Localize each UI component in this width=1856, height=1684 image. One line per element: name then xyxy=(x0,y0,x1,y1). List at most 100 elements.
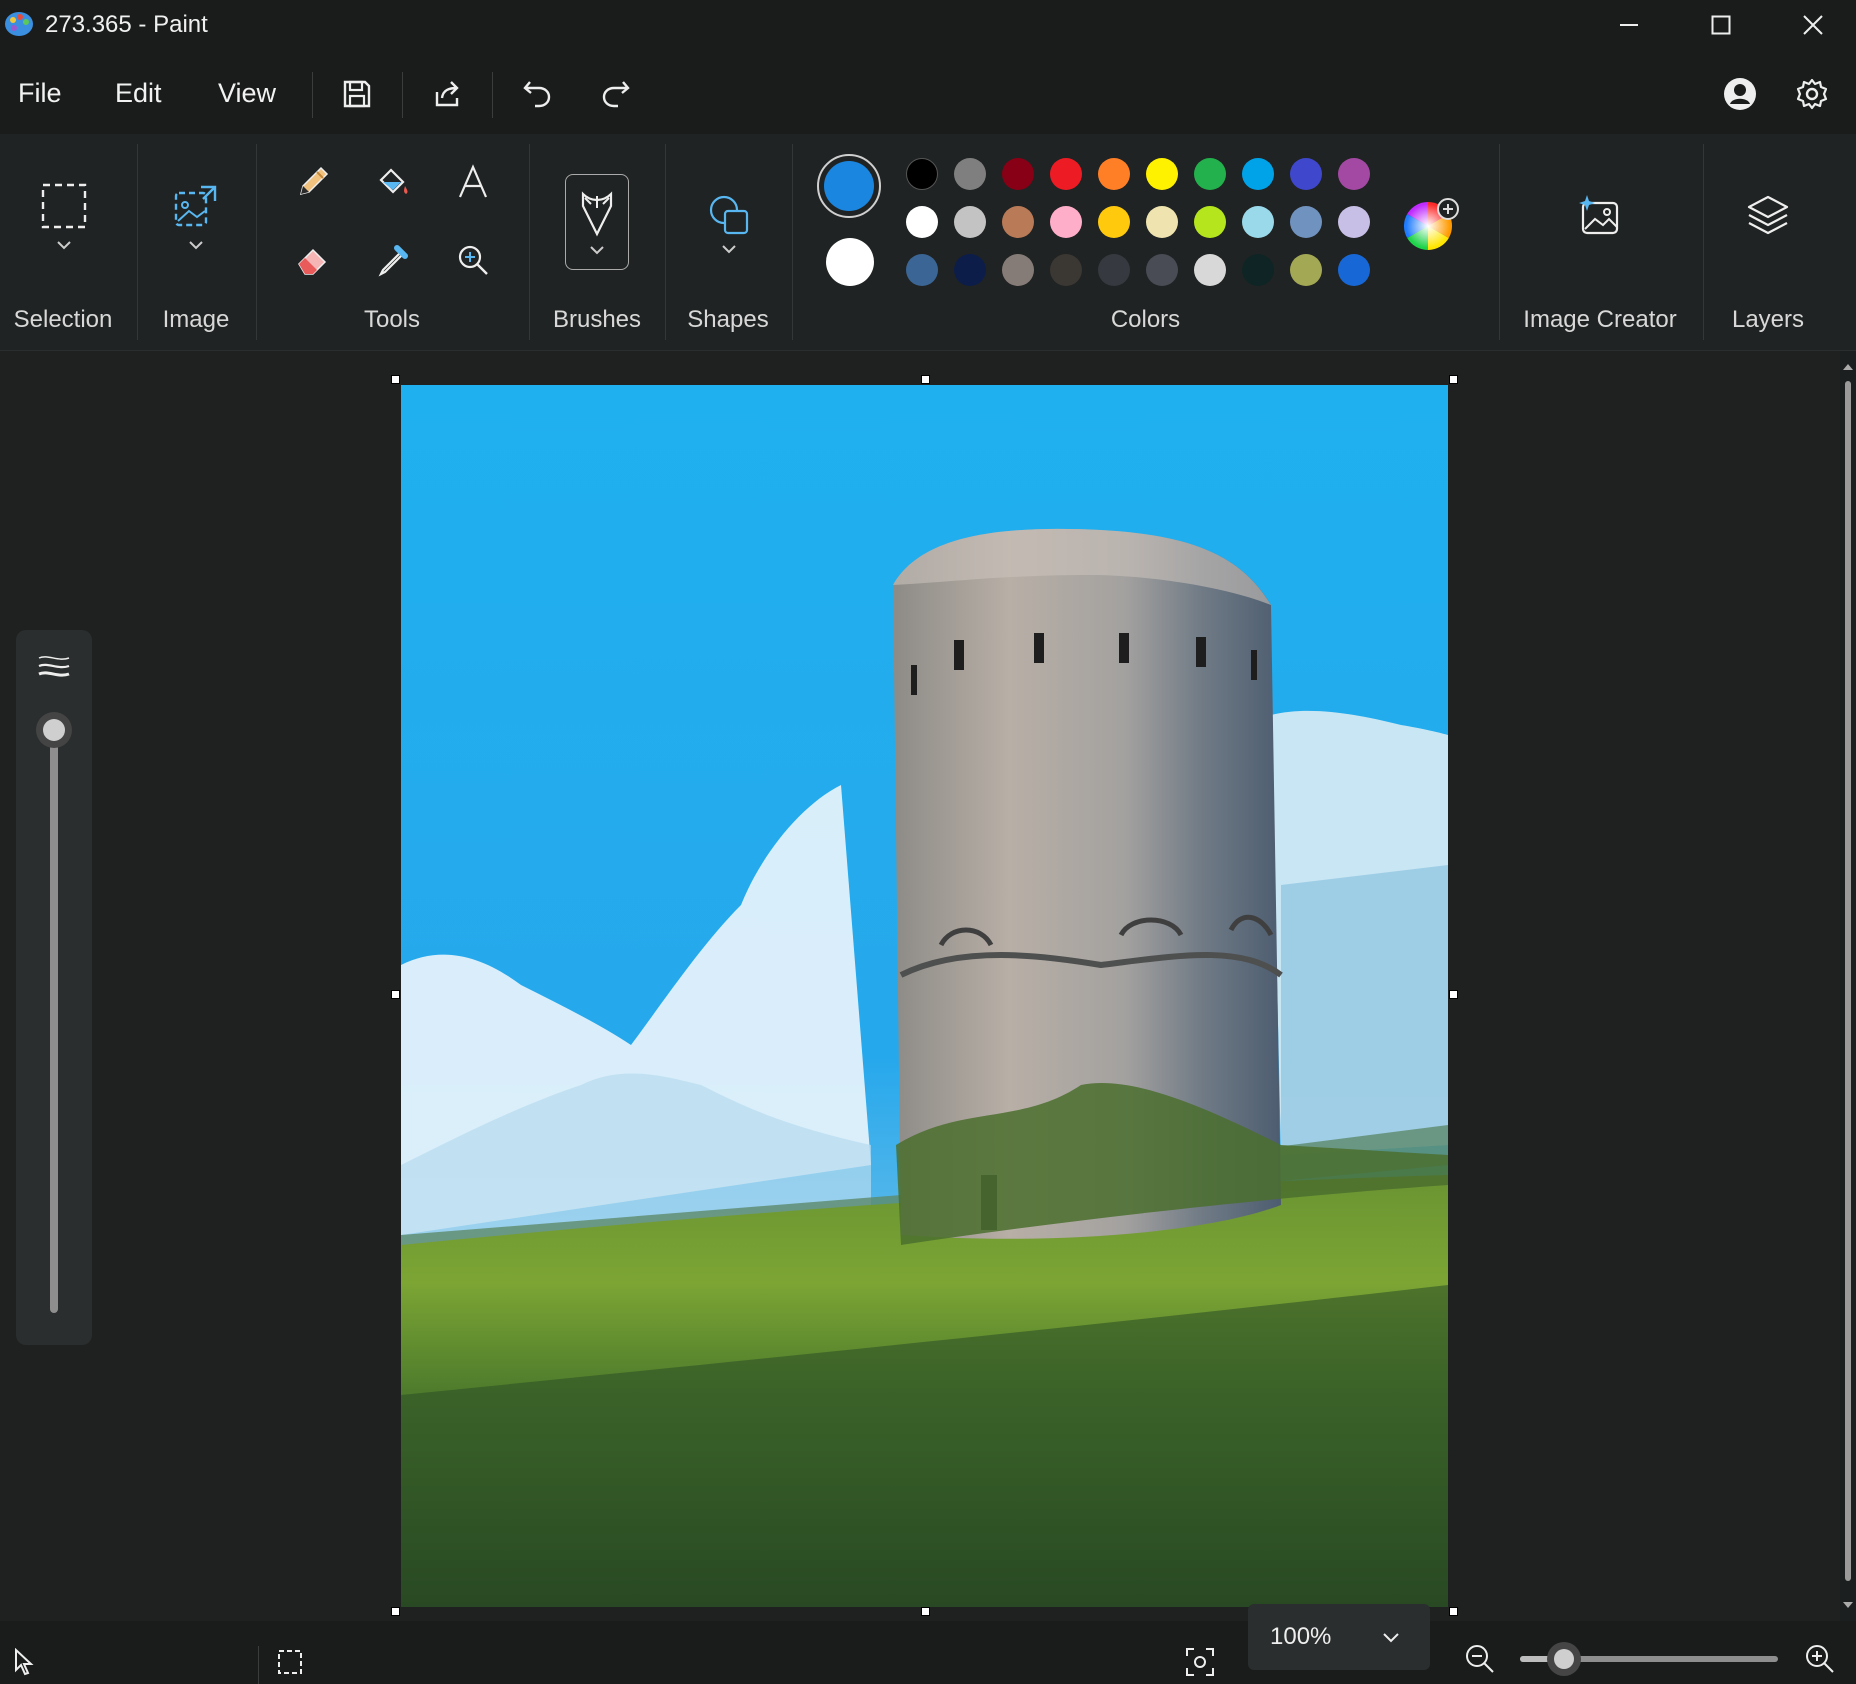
palette-swatch[interactable] xyxy=(906,254,938,286)
palette-swatch[interactable] xyxy=(1194,158,1226,190)
primary-color-button[interactable] xyxy=(817,154,881,218)
text-tool-button[interactable] xyxy=(443,152,503,212)
settings-button[interactable] xyxy=(1788,70,1836,118)
brush-icon xyxy=(581,191,613,237)
palette-swatch[interactable] xyxy=(1002,254,1034,286)
fit-to-window-icon[interactable] xyxy=(1184,1646,1216,1678)
palette-swatch[interactable] xyxy=(1002,206,1034,238)
brush-size-track[interactable] xyxy=(50,725,58,1313)
title-bar: 273.365 - Paint xyxy=(0,0,1856,50)
scroll-down-icon xyxy=(1843,1602,1853,1608)
eyedropper-icon xyxy=(378,245,408,277)
palette-swatch[interactable] xyxy=(1338,254,1370,286)
chevron-down-icon xyxy=(57,241,71,250)
status-divider xyxy=(258,1646,259,1684)
palette-swatch[interactable] xyxy=(954,158,986,190)
share-button[interactable] xyxy=(423,70,471,118)
palette-swatch[interactable] xyxy=(1290,158,1322,190)
selection-tool-button[interactable] xyxy=(34,172,94,262)
undo-icon xyxy=(523,81,551,108)
menu-bar: File Edit View xyxy=(0,50,1856,134)
colors-group-label: Colors xyxy=(1110,306,1181,333)
palette-swatch[interactable] xyxy=(1242,254,1274,286)
palette-swatch[interactable] xyxy=(1050,158,1082,190)
fill-tool-button[interactable] xyxy=(363,152,423,212)
shapes-button[interactable] xyxy=(699,184,759,264)
magnifier-icon xyxy=(458,245,488,275)
zoom-slider-track[interactable] xyxy=(1520,1642,1778,1676)
vertical-scrollbar[interactable] xyxy=(1840,351,1856,1621)
palette-swatch[interactable] xyxy=(1098,158,1130,190)
eraser-tool-button[interactable] xyxy=(283,230,343,290)
palette-swatch[interactable] xyxy=(1098,254,1130,286)
palette-swatch[interactable] xyxy=(1002,158,1034,190)
zoom-slider-thumb[interactable] xyxy=(1546,1642,1581,1676)
palette-swatch[interactable] xyxy=(1146,254,1178,286)
palette-swatch[interactable] xyxy=(1194,206,1226,238)
zoom-level-dropdown[interactable]: 100% xyxy=(1248,1604,1430,1670)
rectangle-selection-icon xyxy=(41,183,87,229)
resize-handle[interactable] xyxy=(921,375,930,384)
palette-swatch[interactable] xyxy=(1146,158,1178,190)
resize-handle[interactable] xyxy=(921,1607,930,1616)
resize-handle[interactable] xyxy=(391,990,400,999)
palette-swatch[interactable] xyxy=(1050,206,1082,238)
palette-swatch[interactable] xyxy=(1242,158,1274,190)
palette-swatch[interactable] xyxy=(1194,254,1226,286)
selection-size-icon xyxy=(278,1650,302,1674)
cursor-position-icon xyxy=(15,1648,34,1676)
resize-handle[interactable] xyxy=(1449,375,1458,384)
minimize-button[interactable] xyxy=(1583,0,1675,50)
color-picker-tool-button[interactable] xyxy=(363,230,423,290)
brushes-button[interactable] xyxy=(565,174,629,270)
scroll-thumb[interactable] xyxy=(1845,381,1851,1581)
pencil-icon xyxy=(299,166,329,196)
palette-swatch[interactable] xyxy=(1098,206,1130,238)
palette-swatch[interactable] xyxy=(954,254,986,286)
text-icon xyxy=(458,164,488,198)
secondary-color-button[interactable] xyxy=(826,238,874,286)
paint-bucket-icon xyxy=(379,168,408,194)
palette-swatch[interactable] xyxy=(1290,254,1322,286)
layers-button[interactable] xyxy=(1738,186,1798,246)
palette-swatch[interactable] xyxy=(906,158,938,190)
canvas-image[interactable] xyxy=(401,385,1448,1607)
redo-button[interactable] xyxy=(592,70,640,118)
palette-swatch[interactable] xyxy=(1338,158,1370,190)
undo-button[interactable] xyxy=(513,70,561,118)
chevron-down-icon xyxy=(722,245,736,254)
menu-view[interactable]: View xyxy=(218,78,276,109)
palette-swatch[interactable] xyxy=(906,206,938,238)
image-creator-group-label: Image Creator xyxy=(1523,306,1677,333)
palette-swatch[interactable] xyxy=(1050,254,1082,286)
magnifier-tool-button[interactable] xyxy=(443,230,503,290)
palette-swatch[interactable] xyxy=(954,206,986,238)
zoom-in-icon[interactable] xyxy=(1804,1643,1836,1675)
palette-swatch[interactable] xyxy=(1242,206,1274,238)
close-icon xyxy=(1803,15,1823,35)
pencil-tool-button[interactable] xyxy=(283,152,343,212)
resize-handle[interactable] xyxy=(391,1607,400,1616)
palette-swatch[interactable] xyxy=(1290,206,1322,238)
palette-swatch[interactable] xyxy=(1338,206,1370,238)
image-creator-button[interactable] xyxy=(1570,186,1630,246)
resize-handle[interactable] xyxy=(1449,1607,1458,1616)
shapes-group-label: Shapes xyxy=(687,306,769,333)
close-button[interactable] xyxy=(1767,0,1856,50)
resize-handle[interactable] xyxy=(1449,990,1458,999)
resize-handle[interactable] xyxy=(391,375,400,384)
zoom-out-icon[interactable] xyxy=(1464,1643,1496,1675)
palette-swatch[interactable] xyxy=(1146,206,1178,238)
brush-size-thumb[interactable] xyxy=(36,712,72,748)
menu-edit[interactable]: Edit xyxy=(115,78,162,109)
layers-icon xyxy=(1747,195,1789,235)
menu-file[interactable]: File xyxy=(18,78,62,109)
zoom-slider-thumb-dot xyxy=(1553,1649,1574,1669)
image-tool-button[interactable] xyxy=(166,172,226,262)
primary-color-swatch xyxy=(824,161,874,211)
edit-colors-button[interactable] xyxy=(1402,194,1462,254)
menu-divider xyxy=(402,72,403,118)
account-button[interactable] xyxy=(1716,70,1764,118)
maximize-button[interactable] xyxy=(1675,0,1767,50)
save-button[interactable] xyxy=(333,70,381,118)
